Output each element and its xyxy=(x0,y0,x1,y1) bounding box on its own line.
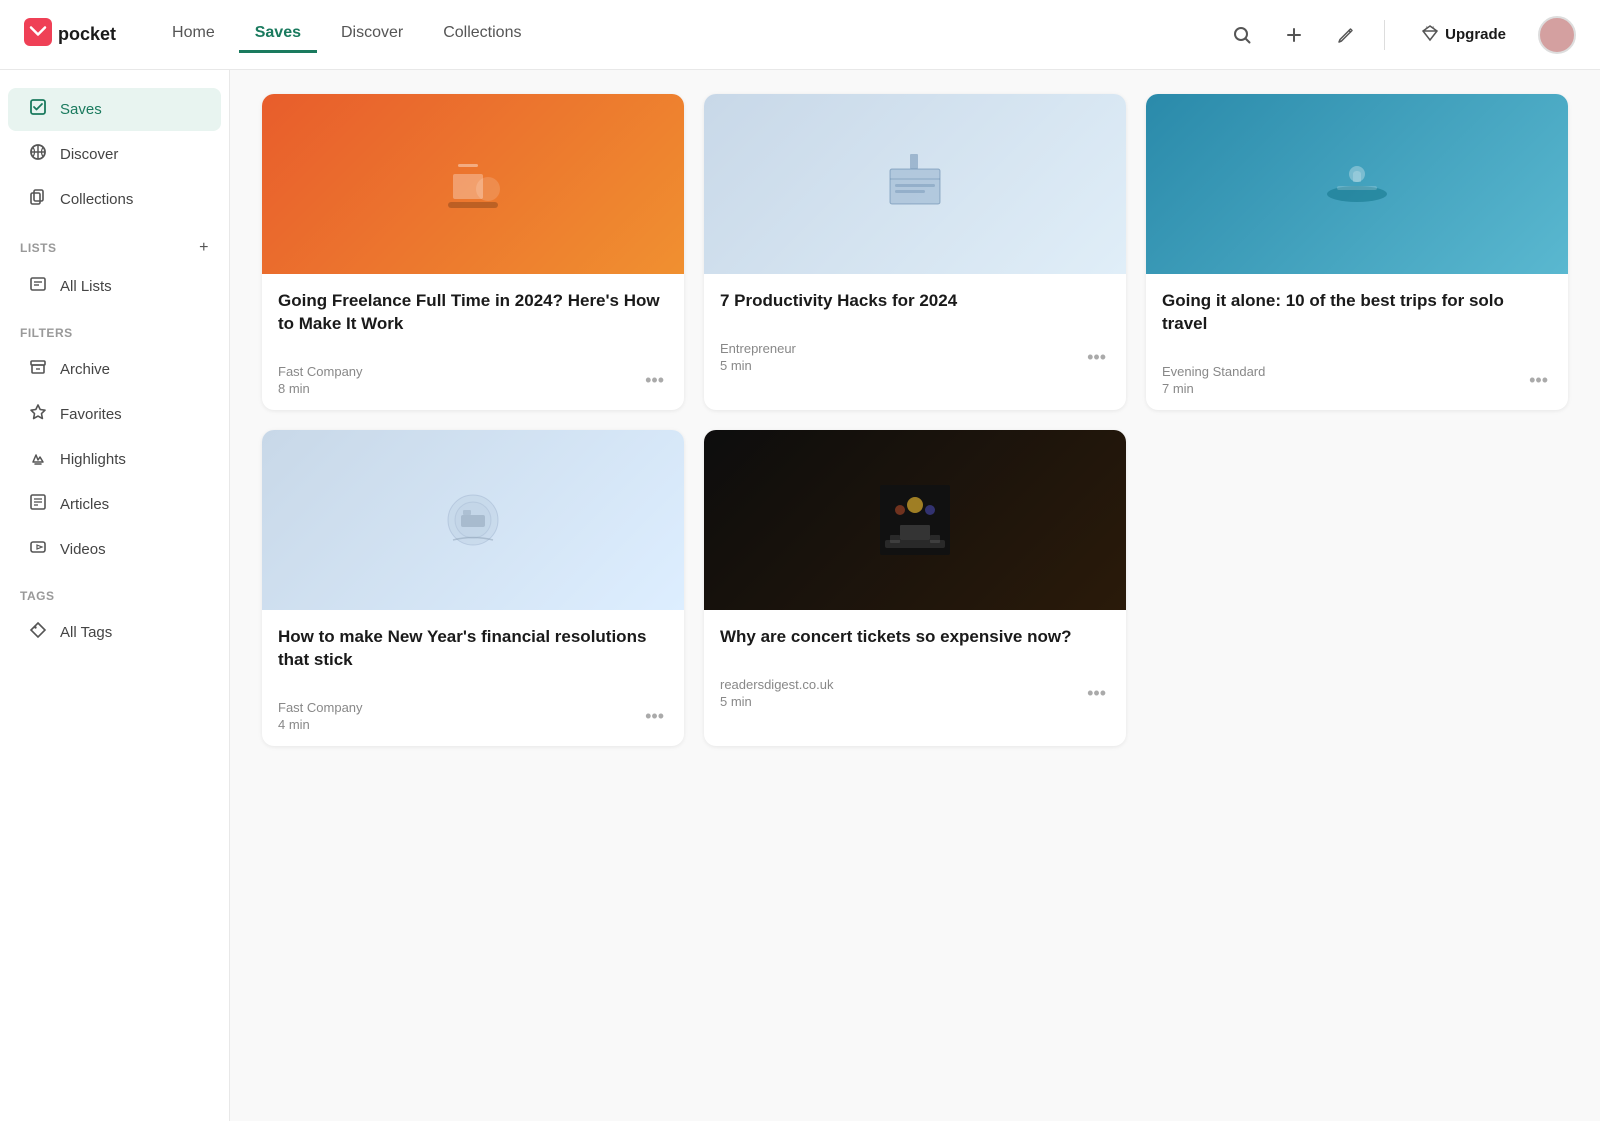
sidebar-item-videos[interactable]: Videos xyxy=(8,528,221,571)
nav-discover[interactable]: Discover xyxy=(325,16,419,53)
edit-button[interactable] xyxy=(1328,17,1364,53)
card-5-more-button[interactable]: ••• xyxy=(1083,680,1110,706)
list-icon xyxy=(28,275,48,298)
header-divider xyxy=(1384,20,1385,50)
article-card-4[interactable]: How to make New Year's financial resolut… xyxy=(262,430,684,746)
sidebar-highlights-label: Highlights xyxy=(60,451,126,468)
sidebar-item-favorites[interactable]: Favorites xyxy=(8,393,221,436)
tags-icon xyxy=(28,621,48,644)
card-5-title: Why are concert tickets so expensive now… xyxy=(720,626,1110,649)
main-layout: Saves Discover Collection xyxy=(0,70,1600,1121)
card-4-image xyxy=(262,430,684,610)
sidebar-item-highlights[interactable]: Highlights xyxy=(8,438,221,481)
sidebar: Saves Discover Collection xyxy=(0,70,230,1121)
videos-icon xyxy=(28,538,48,561)
header: pocket Home Saves Discover Collections xyxy=(0,0,1600,70)
nav-collections[interactable]: Collections xyxy=(427,16,537,53)
card-2-image xyxy=(704,94,1126,274)
sidebar-item-discover[interactable]: Discover xyxy=(8,133,221,176)
archive-icon xyxy=(28,358,48,381)
card-3-footer: Evening Standard 7 min ••• xyxy=(1146,364,1568,410)
article-card-5[interactable]: Why are concert tickets so expensive now… xyxy=(704,430,1126,746)
card-1-title: Going Freelance Full Time in 2024? Here'… xyxy=(278,290,668,336)
sidebar-all-lists-label: All Lists xyxy=(60,278,112,295)
upgrade-diamond-icon xyxy=(1421,24,1439,46)
card-4-meta: Fast Company 4 min xyxy=(278,700,363,732)
card-2-more-button[interactable]: ••• xyxy=(1083,344,1110,370)
card-4-more-button[interactable]: ••• xyxy=(641,703,668,729)
sidebar-articles-label: Articles xyxy=(60,496,109,513)
article-card-3[interactable]: Going it alone: 10 of the best trips for… xyxy=(1146,94,1568,410)
card-1-footer: Fast Company 8 min ••• xyxy=(262,364,684,410)
sidebar-item-all-tags[interactable]: All Tags xyxy=(8,611,221,654)
card-3-meta: Evening Standard 7 min xyxy=(1162,364,1265,396)
sidebar-lists-section: Lists + xyxy=(0,223,229,263)
upgrade-label: Upgrade xyxy=(1445,26,1506,43)
card-2-title: 7 Productivity Hacks for 2024 xyxy=(720,290,1110,313)
favorites-icon xyxy=(28,403,48,426)
sidebar-item-collections[interactable]: Collections xyxy=(8,178,221,221)
main-content: Going Freelance Full Time in 2024? Here'… xyxy=(230,70,1600,1121)
card-4-body: How to make New Year's financial resolut… xyxy=(262,610,684,700)
main-nav: Home Saves Discover Collections xyxy=(156,16,1224,53)
sidebar-favorites-label: Favorites xyxy=(60,406,122,423)
card-1-image xyxy=(262,94,684,274)
card-1-meta: Fast Company 8 min xyxy=(278,364,363,396)
card-4-footer: Fast Company 4 min ••• xyxy=(262,700,684,746)
collections-icon xyxy=(28,188,48,211)
user-avatar[interactable] xyxy=(1538,16,1576,54)
pocket-logo-icon xyxy=(24,18,52,52)
article-card-1[interactable]: Going Freelance Full Time in 2024? Here'… xyxy=(262,94,684,410)
sidebar-filters-section: Filters xyxy=(0,310,229,346)
sidebar-saves-label: Saves xyxy=(60,101,102,118)
nav-saves[interactable]: Saves xyxy=(239,16,317,53)
search-button[interactable] xyxy=(1224,17,1260,53)
card-5-image xyxy=(704,430,1126,610)
card-3-image xyxy=(1146,94,1568,274)
sidebar-item-all-lists[interactable]: All Lists xyxy=(8,265,221,308)
card-3-body: Going it alone: 10 of the best trips for… xyxy=(1146,274,1568,364)
card-2-meta: Entrepreneur 5 min xyxy=(720,341,796,373)
nav-home[interactable]: Home xyxy=(156,16,231,53)
cards-grid: Going Freelance Full Time in 2024? Here'… xyxy=(262,94,1568,746)
card-1-body: Going Freelance Full Time in 2024? Here'… xyxy=(262,274,684,364)
logo[interactable]: pocket xyxy=(24,18,116,52)
sidebar-collections-label: Collections xyxy=(60,191,133,208)
card-5-meta: readersdigest.co.uk 5 min xyxy=(720,677,833,709)
card-3-title: Going it alone: 10 of the best trips for… xyxy=(1162,290,1552,336)
sidebar-discover-label: Discover xyxy=(60,146,118,163)
highlights-icon xyxy=(28,448,48,471)
add-list-button[interactable]: + xyxy=(199,239,209,257)
card-2-body: 7 Productivity Hacks for 2024 xyxy=(704,274,1126,341)
add-button[interactable] xyxy=(1276,17,1312,53)
sidebar-tags-section: Tags xyxy=(0,573,229,609)
logo-text: pocket xyxy=(58,24,116,45)
card-3-more-button[interactable]: ••• xyxy=(1525,367,1552,393)
sidebar-all-tags-label: All Tags xyxy=(60,624,112,641)
articles-icon xyxy=(28,493,48,516)
sidebar-item-articles[interactable]: Articles xyxy=(8,483,221,526)
card-5-body: Why are concert tickets so expensive now… xyxy=(704,610,1126,677)
sidebar-item-saves[interactable]: Saves xyxy=(8,88,221,131)
sidebar-archive-label: Archive xyxy=(60,361,110,378)
sidebar-item-archive[interactable]: Archive xyxy=(8,348,221,391)
upgrade-button[interactable]: Upgrade xyxy=(1405,16,1522,54)
card-1-more-button[interactable]: ••• xyxy=(641,367,668,393)
card-2-footer: Entrepreneur 5 min ••• xyxy=(704,341,1126,387)
header-actions: Upgrade xyxy=(1224,16,1576,54)
article-card-2[interactable]: 7 Productivity Hacks for 2024 Entreprene… xyxy=(704,94,1126,410)
discover-icon xyxy=(28,143,48,166)
sidebar-videos-label: Videos xyxy=(60,541,106,558)
card-4-title: How to make New Year's financial resolut… xyxy=(278,626,668,672)
card-5-footer: readersdigest.co.uk 5 min ••• xyxy=(704,677,1126,723)
saves-icon xyxy=(28,98,48,121)
